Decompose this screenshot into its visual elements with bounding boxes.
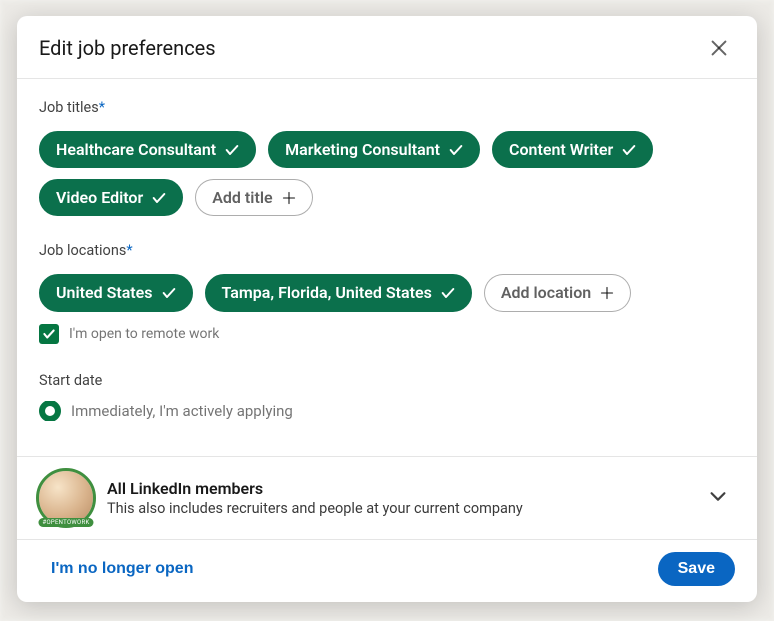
job-title-chip[interactable]: Marketing Consultant [268, 131, 480, 168]
check-icon [440, 285, 456, 301]
chip-label: Video Editor [56, 188, 143, 207]
chip-label: United States [56, 283, 153, 302]
chip-label: Add title [212, 188, 272, 207]
job-location-chip[interactable]: United States [39, 274, 193, 311]
radio-selected[interactable] [39, 401, 61, 421]
scroll-fade [17, 436, 757, 456]
job-titles-label-text: Job titles [39, 99, 99, 116]
start-date-option[interactable]: Immediately, I'm actively applying [39, 401, 735, 421]
chip-label: Add location [501, 283, 591, 302]
remote-work-row: I'm open to remote work [39, 324, 735, 344]
visibility-selector[interactable]: #OPENTOWORK All LinkedIn members This al… [17, 456, 757, 539]
job-locations-label: Job locations* [39, 242, 735, 259]
check-icon [621, 142, 637, 158]
check-icon [448, 142, 464, 158]
check-icon [151, 190, 167, 206]
required-marker: * [99, 99, 105, 116]
chip-label: Marketing Consultant [285, 140, 440, 159]
modal-title: Edit job preferences [39, 36, 216, 60]
job-title-chip[interactable]: Content Writer [492, 131, 653, 168]
job-locations-chips: United States Tampa, Florida, United Sta… [39, 274, 735, 311]
plus-icon [281, 190, 297, 206]
modal-footer: I'm no longer open Save [17, 539, 757, 602]
required-marker: * [126, 242, 132, 259]
chip-label: Content Writer [509, 140, 613, 159]
modal-header: Edit job preferences [17, 16, 757, 79]
remote-label: I'm open to remote work [69, 326, 219, 342]
chip-label: Healthcare Consultant [56, 140, 216, 159]
check-icon [42, 327, 56, 341]
job-location-chip[interactable]: Tampa, Florida, United States [205, 274, 472, 311]
no-longer-open-button[interactable]: I'm no longer open [47, 554, 197, 584]
add-title-chip[interactable]: Add title [195, 179, 312, 216]
visibility-text: All LinkedIn members This also includes … [107, 479, 687, 517]
save-button[interactable]: Save [658, 552, 735, 586]
job-titles-chips: Healthcare Consultant Marketing Consulta… [39, 131, 735, 216]
check-icon [224, 142, 240, 158]
close-icon [708, 37, 730, 59]
check-icon [161, 285, 177, 301]
job-titles-label: Job titles* [39, 99, 735, 116]
start-option-label: Immediately, I'm actively applying [71, 402, 293, 420]
chip-label: Tampa, Florida, United States [222, 283, 432, 302]
chevron-down-icon[interactable] [701, 479, 735, 517]
visibility-subtitle: This also includes recruiters and people… [107, 500, 687, 517]
close-button[interactable] [703, 32, 735, 64]
remote-checkbox[interactable] [39, 324, 59, 344]
avatar-open-to-work: #OPENTOWORK [39, 471, 93, 525]
add-location-chip[interactable]: Add location [484, 274, 631, 311]
visibility-title: All LinkedIn members [107, 479, 687, 498]
start-date-label: Start date [39, 372, 735, 389]
job-title-chip[interactable]: Video Editor [39, 179, 183, 216]
job-locations-label-text: Job locations [39, 242, 126, 259]
plus-icon [599, 285, 615, 301]
modal-body: Job titles* Healthcare Consultant Market… [17, 79, 757, 456]
avatar [39, 471, 93, 525]
edit-job-preferences-modal: Edit job preferences Job titles* Healthc… [17, 16, 757, 602]
open-to-work-badge: #OPENTOWORK [38, 518, 93, 527]
job-title-chip[interactable]: Healthcare Consultant [39, 131, 256, 168]
